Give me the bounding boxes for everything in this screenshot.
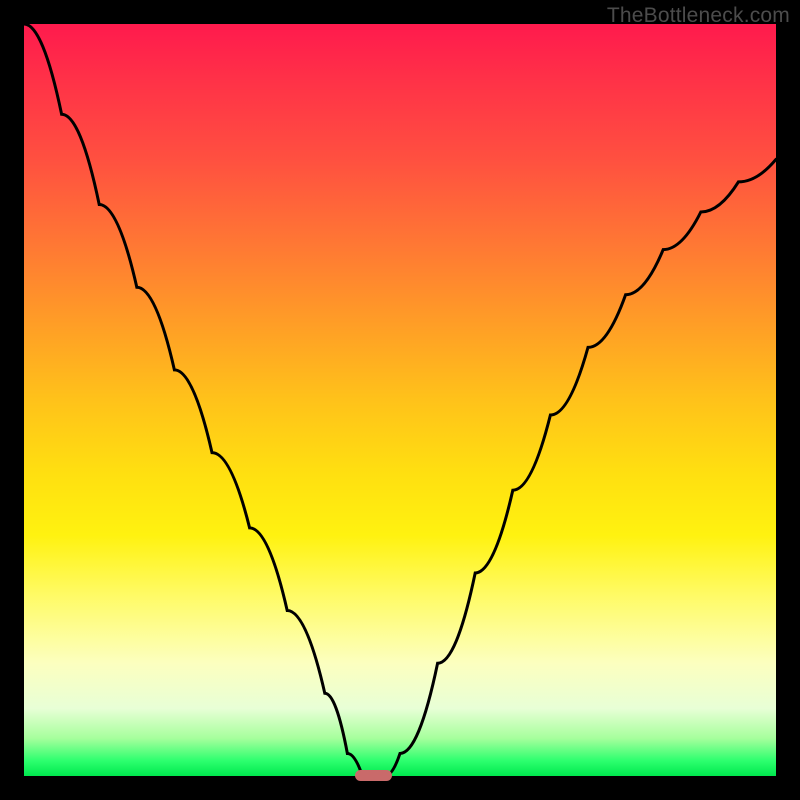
watermark-text: TheBottleneck.com <box>607 4 790 28</box>
curve-left-branch <box>24 24 362 776</box>
minimum-marker <box>355 770 393 781</box>
chart-curves-svg <box>24 24 776 776</box>
curve-right-branch <box>385 159 776 776</box>
